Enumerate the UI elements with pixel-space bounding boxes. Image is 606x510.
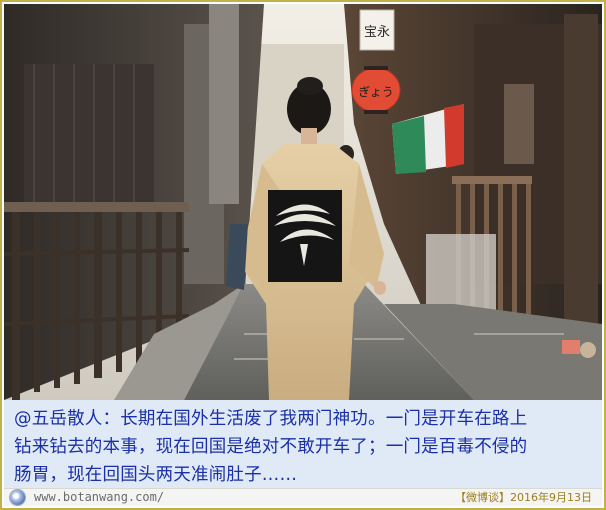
quote-line-1: @五岳散人：长期在国外生活废了我两门神功。一门是开车在路上 [14,409,528,429]
lantern-text: ぎょう [358,85,393,99]
weibo-quote: @五岳散人：长期在国外生活废了我两门神功。一门是开车在路上 钻来钻去的本事，现在… [4,400,602,488]
quote-line-3: 肠胃，现在回国头两天准闹肚子…… [14,465,298,485]
hanging-sign-text: 宝永 [364,25,390,40]
street-photo: 宝永 ぎょう [4,4,602,400]
source-date: 【微博谈】2016年9月13日 [455,491,592,504]
globe-logo-icon [10,490,25,505]
weibo-quote-card: 宝永 ぎょう @五岳散人：长期在国外生活废了我两门神功。一门是开车在路上 钻来钻… [0,0,606,510]
site-url-link[interactable]: www.botanwang.com/ [34,489,164,506]
quote-line-2: 钻来钻去的本事，现在回国是绝对不敢开车了；一门是百毒不侵的 [14,437,528,457]
footer-bar: www.botanwang.com/ 【微博谈】2016年9月13日 [4,488,602,506]
